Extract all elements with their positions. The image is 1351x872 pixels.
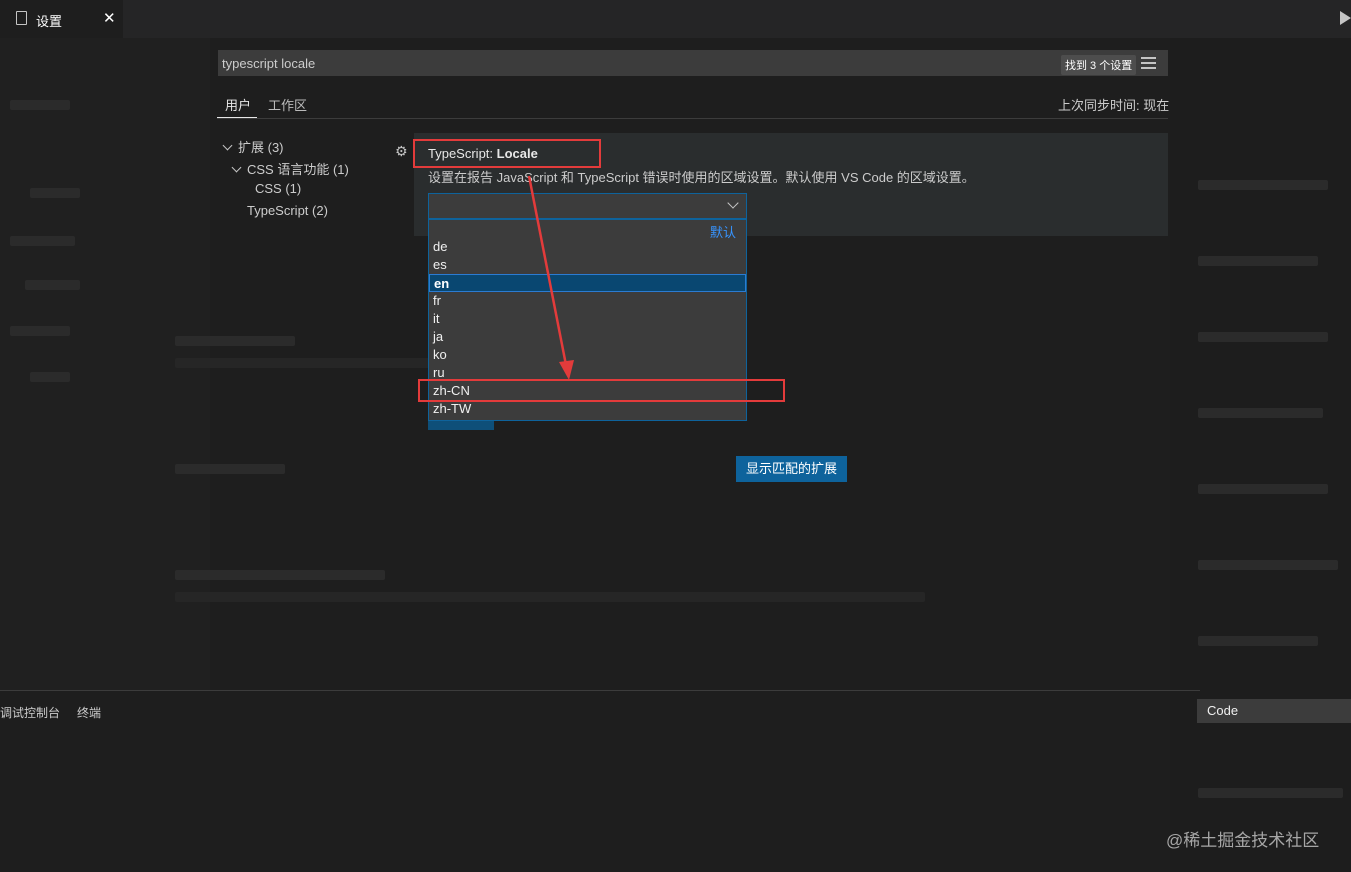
watermark: @稀土掘金技术社区: [1166, 831, 1320, 850]
annotation-arrow: [527, 175, 574, 380]
show-matching-extensions-button[interactable]: 显示匹配的扩展: [736, 456, 847, 482]
output-source-select[interactable]: Code: [1197, 699, 1351, 723]
panel-border: [0, 690, 1200, 691]
tab-debug-console[interactable]: 调试控制台: [0, 704, 60, 721]
tab-terminal[interactable]: 终端: [77, 704, 101, 721]
